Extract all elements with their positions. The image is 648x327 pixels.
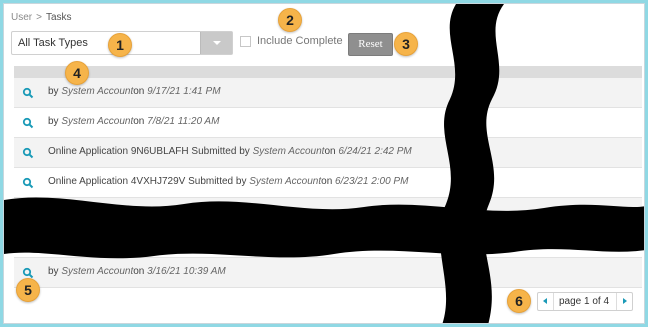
redaction-overlay (4, 4, 644, 323)
callout-5: 5 (16, 278, 40, 302)
callout-1: 1 (108, 33, 132, 57)
tasks-panel: User > Tasks All Task Types Include Comple… (3, 3, 645, 324)
callout-6: 6 (507, 289, 531, 313)
callout-4: 4 (65, 61, 89, 85)
callout-2: 2 (278, 8, 302, 32)
callout-3: 3 (394, 32, 418, 56)
